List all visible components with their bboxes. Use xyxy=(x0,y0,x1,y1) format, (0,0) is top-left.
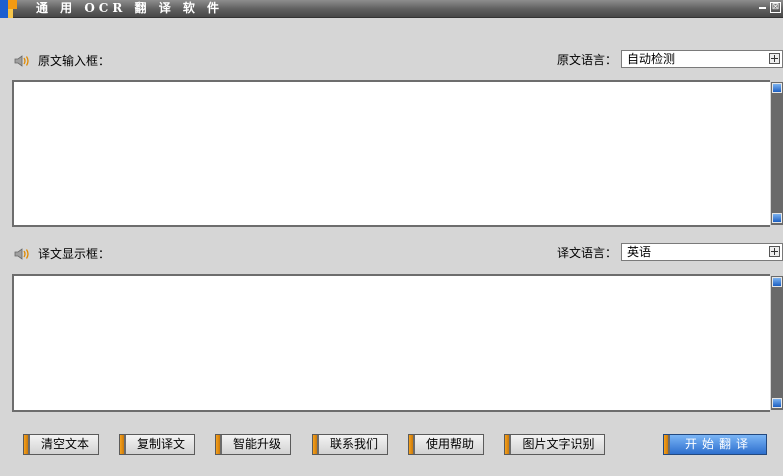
scroll-up-icon[interactable] xyxy=(772,83,782,93)
target-language-select[interactable]: 英语 xyxy=(621,243,783,261)
contact-us-button[interactable]: 联系我们 xyxy=(312,434,388,455)
close-button[interactable]: ⊠ xyxy=(770,2,781,13)
speaker-icon xyxy=(14,54,29,67)
source-language-row: 原文语言： 自动检测 xyxy=(557,50,783,68)
scroll-up-icon[interactable] xyxy=(772,277,782,287)
clear-text-button[interactable]: 清空文本 xyxy=(23,434,99,455)
source-text-input[interactable] xyxy=(12,80,770,227)
source-label: 原文输入框： xyxy=(38,54,111,68)
source-language-label: 原文语言： xyxy=(557,52,618,67)
help-button[interactable]: 使用帮助 xyxy=(408,434,484,455)
target-scrollbar[interactable] xyxy=(771,276,783,410)
minimize-button[interactable] xyxy=(757,2,768,13)
source-scrollbar[interactable] xyxy=(771,82,783,225)
image-ocr-button[interactable]: 图片文字识别 xyxy=(504,434,605,455)
smart-upgrade-button[interactable]: 智能升级 xyxy=(215,434,291,455)
target-language-label: 译文语言： xyxy=(557,245,618,260)
source-header: 原文输入框： xyxy=(14,52,110,69)
close-icon: ⊠ xyxy=(771,2,780,12)
target-text-display[interactable] xyxy=(12,274,770,412)
target-header: 译文显示框： xyxy=(14,245,110,262)
start-translate-button[interactable]: 开始翻译 xyxy=(663,434,767,455)
scroll-down-icon[interactable] xyxy=(772,213,782,223)
dropdown-icon[interactable] xyxy=(769,53,780,64)
copy-translation-button[interactable]: 复制译文 xyxy=(119,434,195,455)
target-language-value: 英语 xyxy=(627,245,652,259)
window-title: 通 用 OCR 翻 译 软 件 xyxy=(36,1,224,15)
speaker-icon xyxy=(14,247,29,260)
scroll-down-icon[interactable] xyxy=(772,398,782,408)
source-language-select[interactable]: 自动检测 xyxy=(621,50,783,68)
dropdown-icon[interactable] xyxy=(769,246,780,257)
app-logo-icon xyxy=(0,0,24,18)
title-bar[interactable]: 通 用 OCR 翻 译 软 件 ⊠ xyxy=(0,0,783,18)
source-language-value: 自动检测 xyxy=(627,52,676,66)
target-label: 译文显示框： xyxy=(38,247,111,261)
target-language-row: 译文语言： 英语 xyxy=(557,243,783,261)
